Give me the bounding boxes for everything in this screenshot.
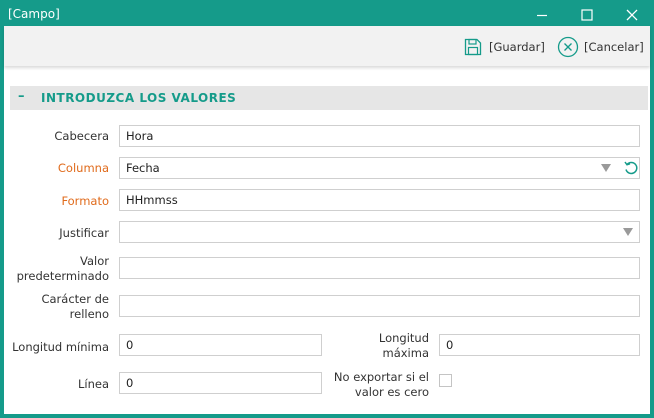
- collapse-icon[interactable]: –: [18, 89, 25, 104]
- justificar-label: Justificar: [59, 226, 109, 240]
- justificar-select[interactable]: [119, 221, 640, 243]
- valor-predeterminado-label: Valor predeterminado: [16, 254, 109, 283]
- section-title: INTRODUZCA LOS VALORES: [41, 91, 237, 105]
- columna-dropdown-arrow-icon[interactable]: [601, 164, 611, 172]
- no-exportar-label: No exportar si el valor es cero: [333, 370, 429, 399]
- justificar-dropdown-arrow-icon[interactable]: [623, 228, 633, 236]
- cancel-label: [Cancelar]: [584, 40, 644, 54]
- linea-label: Línea: [77, 377, 109, 391]
- no-exportar-checkbox[interactable]: [439, 374, 452, 387]
- maximize-icon: [581, 9, 593, 21]
- columna-select[interactable]: Fecha: [119, 157, 640, 179]
- columna-label: Columna: [57, 161, 109, 175]
- caracter-relleno-label: Carácter de relleno: [41, 292, 109, 321]
- longitud-maxima-input[interactable]: [439, 334, 640, 356]
- longitud-minima-label: Longitud mínima: [12, 340, 109, 354]
- close-icon: [626, 9, 638, 21]
- section-header[interactable]: – INTRODUZCA LOS VALORES: [10, 86, 648, 110]
- formato-label: Formato: [61, 194, 109, 208]
- linea-input[interactable]: [119, 372, 322, 394]
- formato-input[interactable]: [119, 189, 640, 211]
- longitud-maxima-label: Longitud máxima: [378, 331, 429, 360]
- reset-icon[interactable]: [623, 160, 639, 176]
- valor-predeterminado-input[interactable]: [119, 257, 640, 279]
- columna-value: Fecha: [126, 161, 160, 175]
- dialog-window: [Campo] [Guardar] [Cancelar] – INTRODUZC…: [0, 0, 654, 418]
- minimize-icon: [537, 14, 547, 17]
- caracter-relleno-input[interactable]: [119, 295, 640, 317]
- cabecera-input[interactable]: [119, 125, 640, 147]
- longitud-minima-input[interactable]: [119, 334, 322, 356]
- save-label: [Guardar]: [489, 40, 545, 54]
- toolbar: [Guardar] [Cancelar]: [4, 26, 650, 66]
- save-icon: [462, 36, 484, 58]
- save-button[interactable]: [Guardar]: [462, 36, 545, 58]
- cancel-button[interactable]: [Cancelar]: [557, 36, 644, 58]
- cabecera-label: Cabecera: [54, 129, 109, 143]
- window-title: [Campo]: [8, 7, 60, 21]
- cancel-icon: [557, 36, 579, 58]
